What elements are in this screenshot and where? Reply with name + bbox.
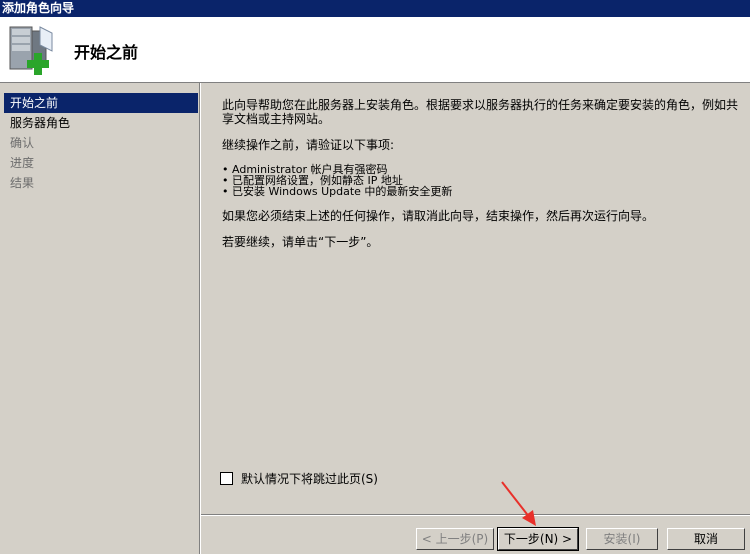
skip-page-option[interactable]: 默认情况下将跳过此页(S) [220, 470, 378, 487]
back-button: < 上一步(P) [416, 528, 494, 550]
page-title: 开始之前 [74, 43, 139, 62]
sidebar-item-before-you-begin[interactable]: 开始之前 [4, 93, 198, 113]
checklist: Administrator 帐户具有强密码 已配置网络设置，例如静态 IP 地址… [222, 164, 742, 197]
horizontal-divider [201, 514, 750, 516]
cancel-button[interactable]: 取消 [667, 528, 745, 550]
server-add-icon [9, 26, 53, 75]
wizard-header: 开始之前 [0, 17, 750, 83]
sidebar-item-results: 结果 [10, 176, 35, 190]
sidebar-item-progress: 进度 [10, 156, 35, 170]
skip-page-checkbox[interactable] [220, 472, 233, 485]
cancel-note: 如果您必须结束上述的任何操作，请取消此向导，结束操作，然后再次运行向导。 [222, 209, 655, 223]
sidebar-item-confirmation: 确认 [10, 136, 35, 150]
next-button[interactable]: 下一步(N) > [497, 527, 579, 551]
verify-heading: 继续操作之前，请验证以下事项: [222, 138, 395, 152]
install-button: 安装(I) [586, 528, 658, 550]
vertical-divider [199, 83, 201, 554]
checklist-item: 已安装 Windows Update 中的最新安全更新 [222, 186, 742, 197]
skip-page-label: 默认情况下将跳过此页(S) [241, 472, 378, 486]
annotation-arrow-icon [501, 481, 536, 526]
wizard-content: 此向导帮助您在此服务器上安装角色。根据要求以服务器执行的任务来确定要安装的角色，… [222, 98, 742, 261]
window-title-bar: 添加角色向导 [0, 0, 750, 17]
intro-text: 此向导帮助您在此服务器上安装角色。根据要求以服务器执行的任务来确定要安装的角色，… [222, 98, 739, 126]
sidebar-item-server-roles[interactable]: 服务器角色 [0, 113, 198, 133]
continue-note: 若要继续，请单击“下一步”。 [222, 235, 379, 249]
wizard-step-nav: 开始之前 服务器角色 确认 进度 结果 [0, 83, 198, 554]
window-title: 添加角色向导 [2, 1, 75, 15]
